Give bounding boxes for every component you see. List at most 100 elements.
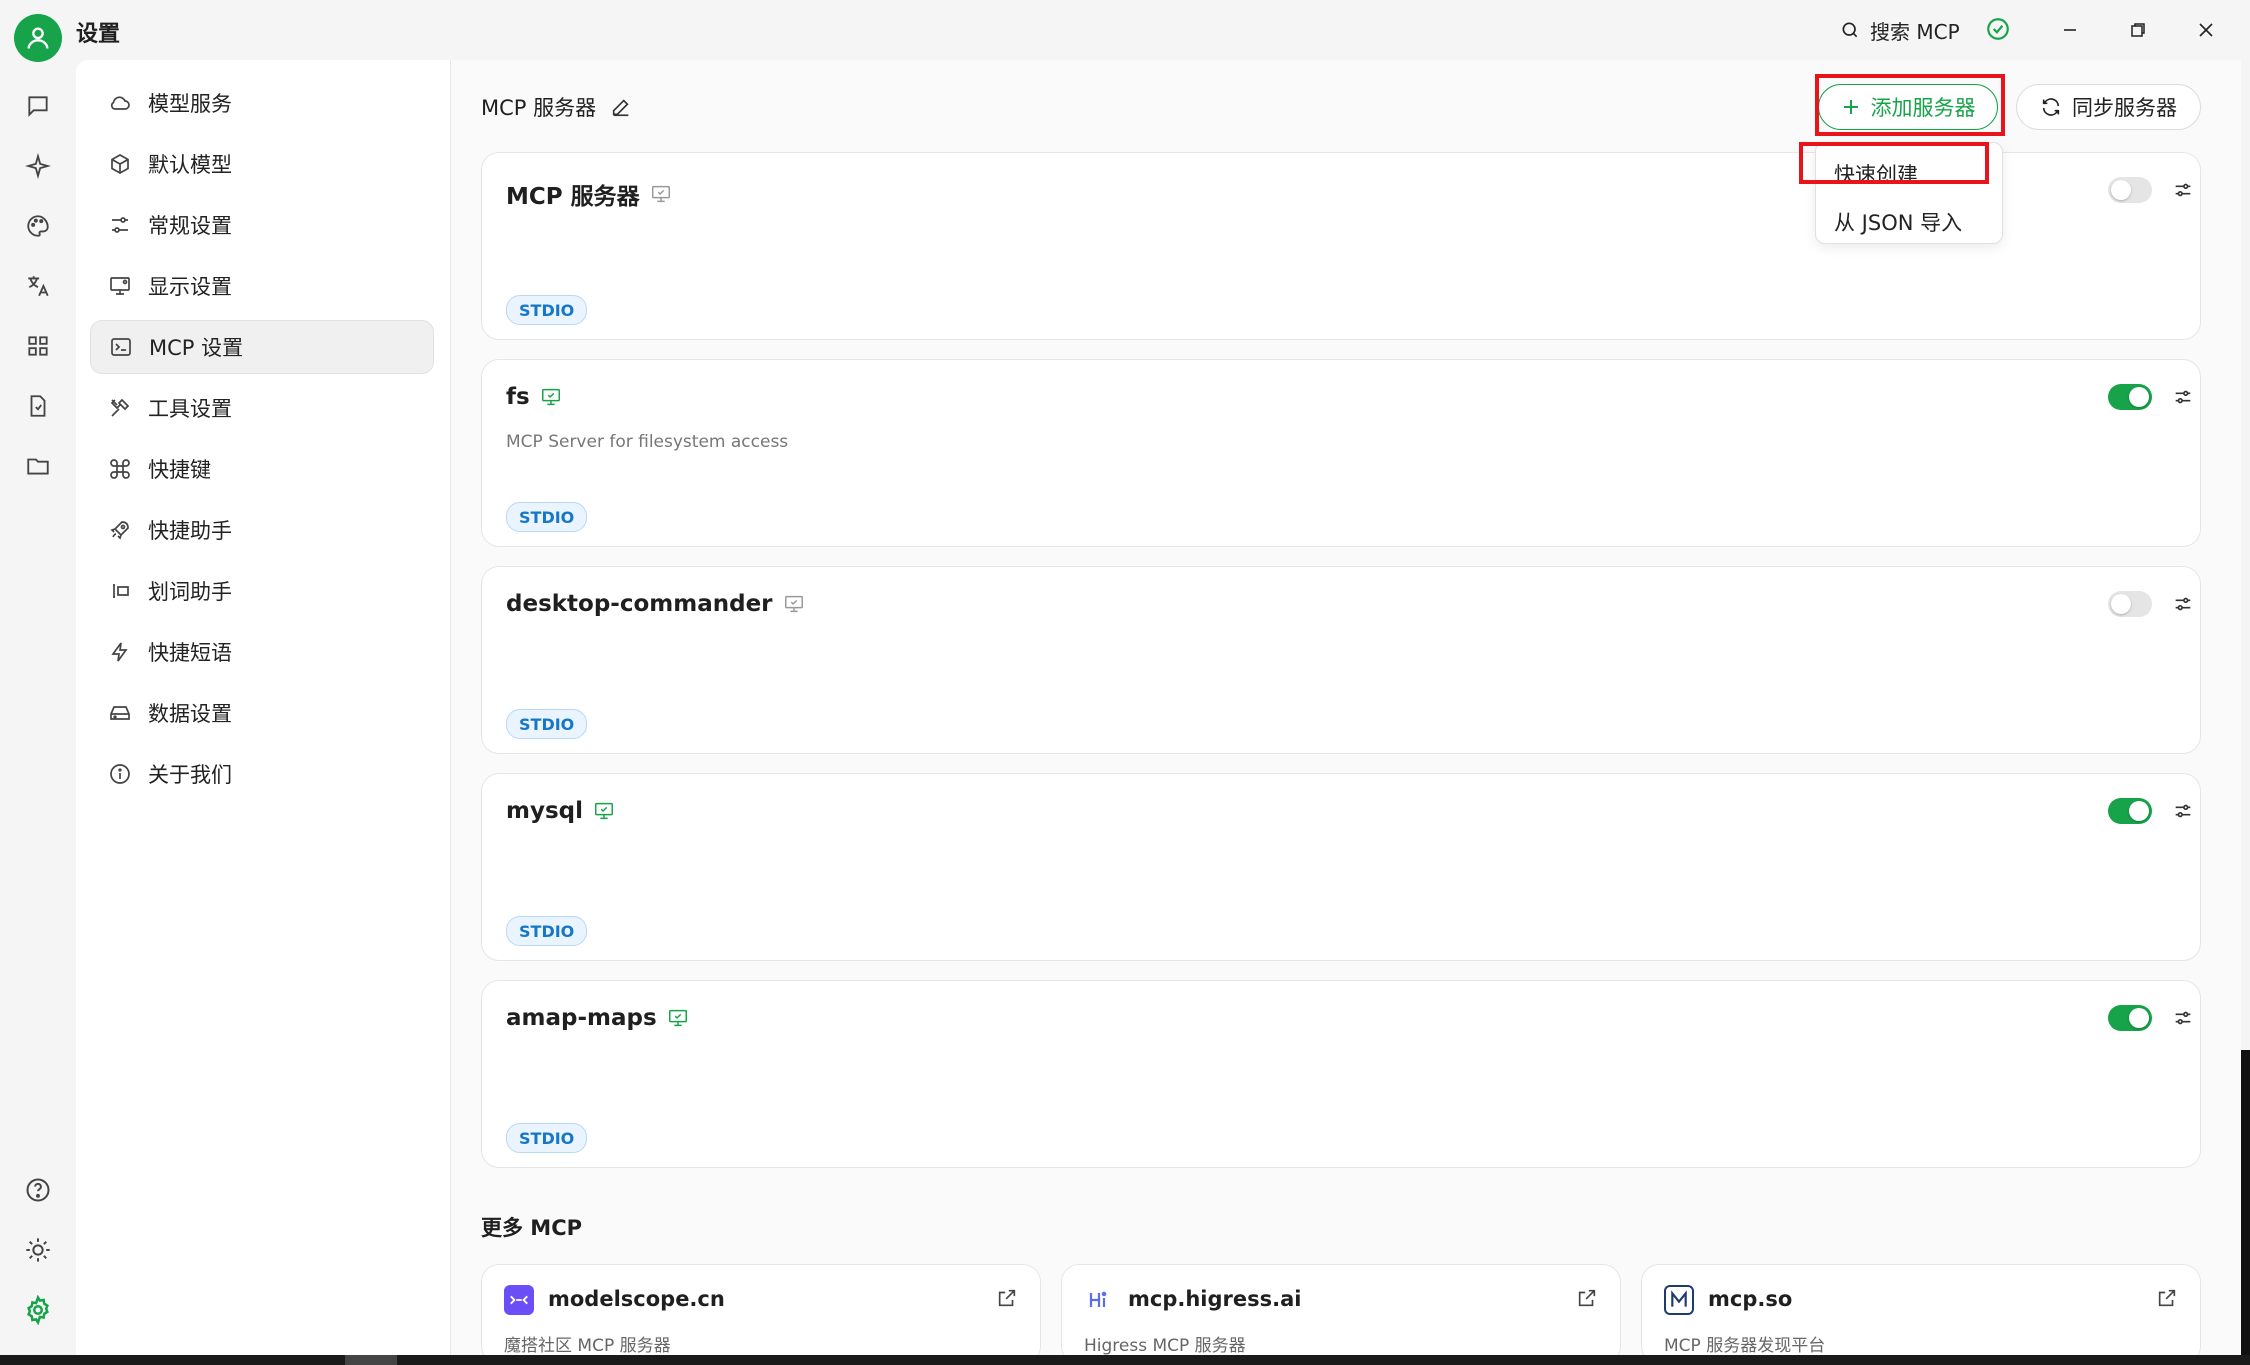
grid-icon [28,336,48,356]
rail-help[interactable] [20,1172,56,1208]
more-mcp-name: mcp.so [1708,1287,1793,1311]
nav-item-label: 快捷短语 [148,641,232,665]
nav-item-label: 默认模型 [148,153,232,177]
chat-icon [28,96,48,117]
more-mcp-card[interactable]: modelscope.cn 魔搭社区 MCP 服务器 [481,1264,1041,1364]
nav-item-label: 快捷键 [148,458,211,482]
nav-item-general[interactable]: 常规设置 [90,198,434,252]
server-type-badge: STDIO [506,709,588,739]
nav-item-display[interactable]: 显示设置 [90,259,434,313]
status-check-icon [1987,18,2009,40]
server-settings-button[interactable] [2168,796,2198,826]
server-name: mysql [506,798,583,824]
zap-icon [111,642,128,662]
more-mcp-card[interactable]: mcp.higress.ai Higress MCP 服务器 [1061,1264,1621,1364]
theme-icon [26,1238,50,1262]
rail-chat[interactable] [20,88,56,124]
server-settings-button[interactable] [2168,175,2198,205]
nav-item-about[interactable]: 关于我们 [90,747,434,801]
nav-item-label: 划词助手 [148,580,232,604]
nav-item-label: 常规设置 [148,214,232,238]
rail-theme[interactable] [20,1232,56,1268]
sliders-icon [2175,804,2191,818]
document-icon [30,395,46,417]
rail-files[interactable] [20,388,56,424]
folder-icon [27,458,49,475]
nav-item-tools[interactable]: 工具设置 [90,381,434,435]
hard-drive-icon [110,706,130,720]
minimize-icon [2064,29,2076,31]
server-toggle[interactable] [2108,177,2152,203]
nav-item-model-service[interactable]: 模型服务 [90,76,434,130]
rail-apps[interactable] [20,328,56,364]
more-mcp-description: 魔搭社区 MCP 服务器 [504,1336,671,1356]
refresh-icon [2042,98,2060,116]
server-toggle[interactable] [2108,384,2152,410]
server-toggle[interactable] [2108,1005,2152,1031]
server-toggle[interactable] [2108,798,2152,824]
rail-settings[interactable] [20,1292,56,1328]
server-card[interactable]: desktop-commander STDIO [481,566,2201,754]
external-link-icon[interactable] [996,1287,1018,1309]
server-settings-button[interactable] [2168,382,2198,412]
nav-item-data[interactable]: 数据设置 [90,686,434,740]
nav-item-quick-assistant[interactable]: 快捷助手 [90,503,434,557]
dropdown-import-json[interactable]: 从 JSON 导入 [1834,207,1962,237]
command-icon [110,459,130,479]
external-link-icon[interactable] [2156,1287,2178,1309]
minimize-button[interactable] [2046,10,2094,50]
settings-nav: 模型服务 默认模型 常规设置 显示设置 MCP 设置 工具设置 快捷键 快捷助手… [76,60,451,1355]
more-mcp-card[interactable]: mcp.so MCP 服务器发现平台 [1641,1264,2201,1364]
taskbar-strip [0,1355,2250,1365]
rail-folder[interactable] [20,448,56,484]
sparkle-icon [25,153,51,179]
close-button[interactable] [2182,10,2230,50]
monitor-check-icon [541,388,560,406]
nav-item-mcp[interactable]: MCP 设置 [90,320,434,374]
more-mcp-name: modelscope.cn [548,1287,725,1311]
external-link-icon[interactable] [1576,1287,1598,1309]
nav-item-default-model[interactable]: 默认模型 [90,137,434,191]
nav-item-label: 工具设置 [148,397,232,421]
help-icon [26,1178,50,1202]
sliders-icon [112,217,128,233]
rail-paint[interactable] [20,208,56,244]
restore-button[interactable] [2114,10,2162,50]
server-name: amap-maps [506,1005,657,1031]
sliders-icon [2175,1011,2191,1025]
server-type-badge: STDIO [506,1123,588,1153]
window-edge [2241,1050,2250,1355]
higress-logo [1084,1285,1114,1315]
search-mcp-button[interactable]: 搜索 MCP [1840,14,1960,46]
monitor-check-icon [784,595,803,613]
mcpso-logo [1664,1285,1694,1315]
nav-item-quick-phrases[interactable]: 快捷短语 [90,625,434,679]
server-type-badge: STDIO [506,916,588,946]
sync-servers-label: 同步服务器 [2072,96,2177,120]
nav-item-label: 数据设置 [148,702,232,726]
server-name: fs [506,384,530,410]
sync-servers-button[interactable]: 同步服务器 [2016,84,2201,130]
nav-item-selection-assistant[interactable]: 划词助手 [90,564,434,618]
user-avatar[interactable] [14,14,62,62]
mcpso-logo-icon [1671,1290,1687,1307]
rocket-icon [110,521,129,540]
search-mcp-label: 搜索 MCP [1870,19,1960,44]
terminal-icon [111,338,131,356]
server-settings-button[interactable] [2168,589,2198,619]
server-card[interactable]: mysql STDIO [481,773,2201,961]
server-card[interactable]: fs MCP Server for filesystem access STDI… [481,359,2201,547]
section-header: MCP 服务器 [481,92,632,122]
nav-item-shortcuts[interactable]: 快捷键 [90,442,434,496]
server-toggle[interactable] [2108,591,2152,617]
rail-translate[interactable] [20,268,56,304]
gear-icon [27,1295,49,1325]
edit-icon[interactable] [610,96,632,118]
server-settings-button[interactable] [2168,1003,2198,1033]
monitor-check-icon [595,802,613,820]
search-icon [1842,22,1858,38]
modelscope-logo-icon [510,1295,528,1305]
server-card[interactable]: amap-maps STDIO [481,980,2201,1168]
rail-agents[interactable] [20,148,56,184]
nav-item-label: 显示设置 [148,275,232,299]
